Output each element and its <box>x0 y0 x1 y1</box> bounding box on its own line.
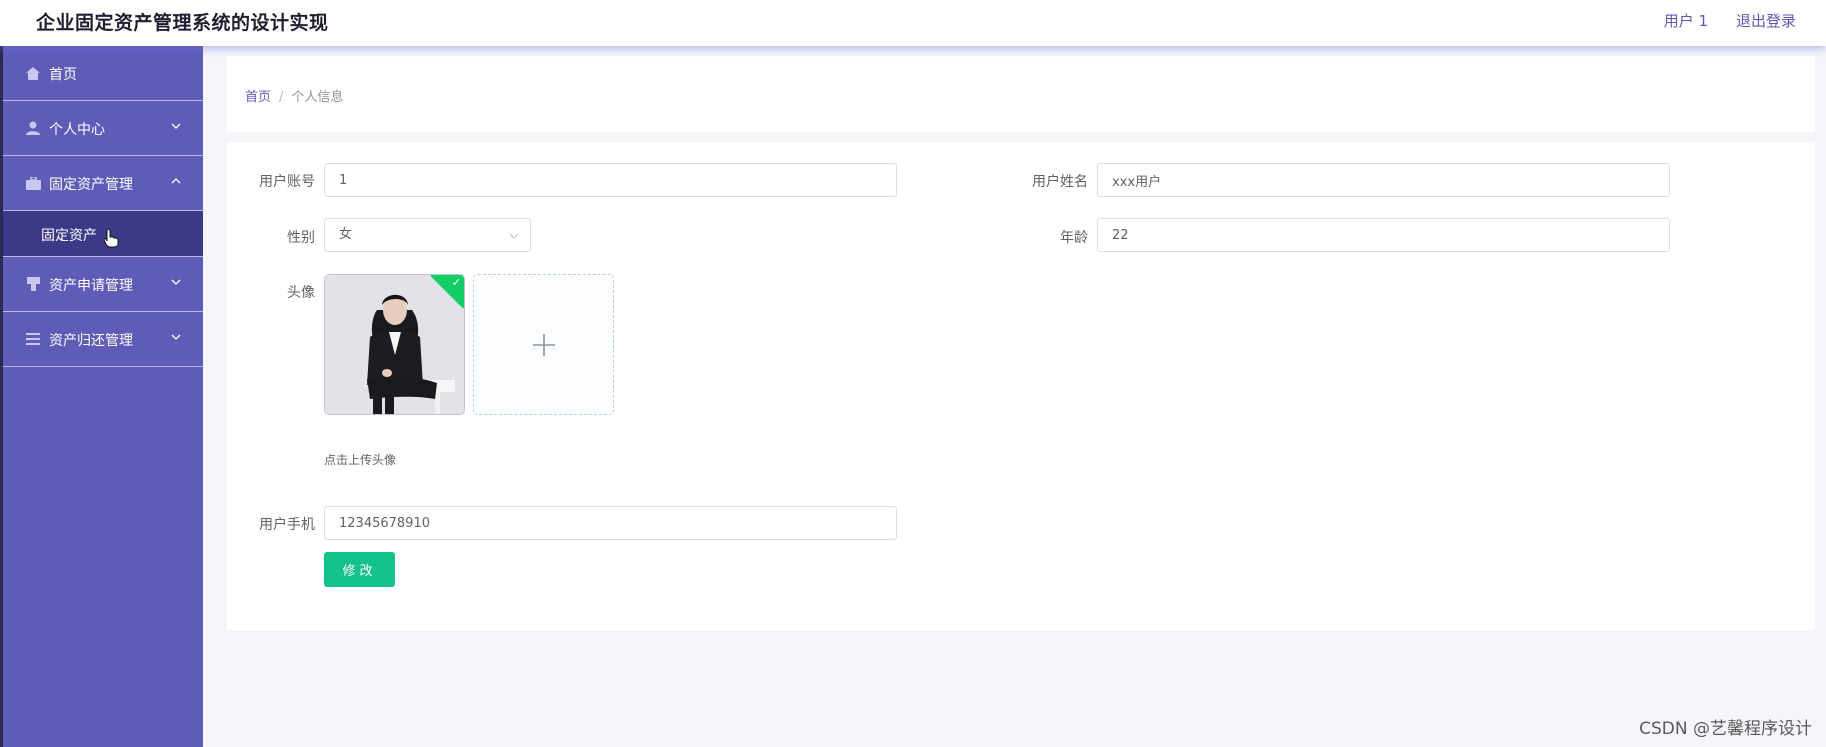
phone-input[interactable] <box>324 506 897 540</box>
breadcrumb-card: 首页 / 个人信息 <box>227 56 1815 132</box>
app-title: 企业固定资产管理系统的设计实现 <box>36 12 329 34</box>
sidebar-item-label: 固定资产管理 <box>49 177 133 193</box>
account-input[interactable] <box>324 163 897 197</box>
logout-link[interactable]: 退出登录 <box>1736 10 1796 31</box>
phone-label: 用户手机 <box>259 517 315 533</box>
briefcase-icon <box>25 175 41 191</box>
avatar-label: 头像 <box>287 285 315 301</box>
sidebar: 首页 个人中心 固定资产管理 固定资产 资产申请管理 资产归还管理 <box>0 0 203 747</box>
account-label: 用户账号 <box>259 174 315 190</box>
chevron-down-icon <box>509 233 519 239</box>
list-icon <box>25 331 41 347</box>
breadcrumb-separator: / <box>279 90 284 105</box>
name-label: 用户姓名 <box>1032 174 1088 190</box>
current-user[interactable]: 用户 1 <box>1664 10 1708 31</box>
avatar-image[interactable]: ✓ <box>324 274 465 415</box>
submit-button[interactable]: 修改 <box>324 552 395 587</box>
profile-form: 用户账号 用户姓名 性别 女 年龄 头像 ✓ 点击上传头像 <box>227 142 1815 630</box>
check-icon: ✓ <box>451 276 461 289</box>
top-header: 企业固定资产管理系统的设计实现 用户 1 退出登录 <box>0 0 1826 46</box>
avatar-upload-button[interactable] <box>473 274 614 415</box>
sidebar-item-personal-center[interactable]: 个人中心 <box>3 101 203 156</box>
age-label: 年龄 <box>1060 230 1088 246</box>
sidebar-subitem-label: 固定资产 <box>41 228 97 244</box>
sidebar-item-asset-management[interactable]: 固定资产管理 <box>3 156 203 211</box>
hand-cursor-icon <box>103 228 119 248</box>
age-input[interactable] <box>1097 218 1670 252</box>
chevron-down-icon <box>171 123 181 129</box>
plus-icon <box>533 334 555 356</box>
sidebar-item-label: 资产申请管理 <box>49 278 133 294</box>
breadcrumb: 首页 / 个人信息 <box>245 86 343 105</box>
avatar-photo <box>325 275 464 414</box>
gender-label: 性别 <box>287 230 315 246</box>
chevron-down-icon <box>171 279 181 285</box>
home-icon <box>25 65 41 81</box>
breadcrumb-home[interactable]: 首页 <box>245 90 271 105</box>
breadcrumb-current: 个人信息 <box>291 90 344 105</box>
chevron-down-icon <box>171 334 181 340</box>
name-input[interactable] <box>1097 163 1670 197</box>
gender-value: 女 <box>339 227 353 242</box>
chevron-up-icon <box>171 178 181 184</box>
sidebar-item-label: 首页 <box>49 67 77 83</box>
sidebar-item-label: 个人中心 <box>49 122 105 138</box>
sidebar-item-home[interactable]: 首页 <box>3 46 203 101</box>
sidebar-item-label: 资产归还管理 <box>49 333 133 349</box>
sidebar-item-asset-return[interactable]: 资产归还管理 <box>3 312 203 367</box>
gender-select[interactable]: 女 <box>324 218 531 252</box>
sidebar-item-asset-application[interactable]: 资产申请管理 <box>3 257 203 312</box>
watermark: CSDN @艺馨程序设计 <box>1639 719 1812 739</box>
avatar-hint: 点击上传头像 <box>324 453 397 467</box>
stamp-icon <box>25 276 41 292</box>
user-icon <box>25 120 41 136</box>
